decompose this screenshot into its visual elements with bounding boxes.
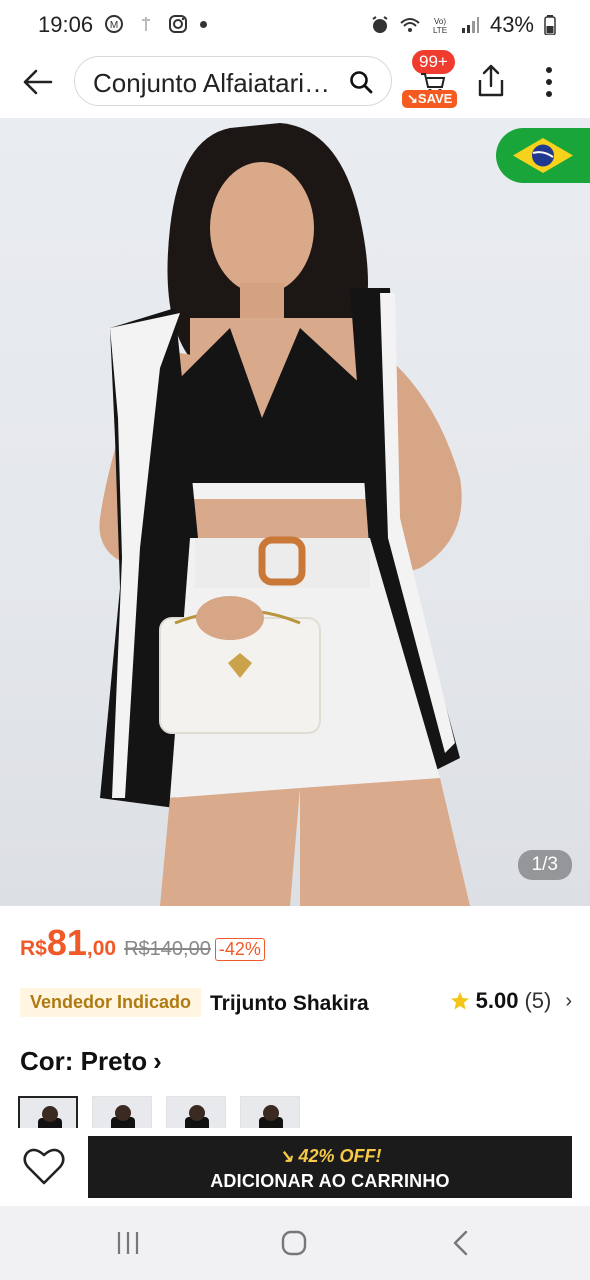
cell-signal-icon	[461, 17, 479, 33]
seller-tag: Vendedor Indicado	[20, 988, 202, 1017]
thumbnail-figure-head	[115, 1105, 131, 1121]
battery-icon	[544, 15, 556, 35]
svg-text:LTE: LTE	[433, 26, 447, 35]
star-icon	[450, 992, 469, 1010]
thumbnail-figure-head	[42, 1106, 58, 1122]
search-bar[interactable]: Conjunto Alfaiataria...	[74, 56, 392, 106]
seller-name[interactable]: Trijunto Shakira	[210, 992, 369, 1016]
battery-percent: 43%	[489, 12, 534, 37]
status-time: 19:06	[38, 12, 94, 37]
chevron-right-icon: ›	[153, 1046, 162, 1076]
color-thumbnail[interactable]	[92, 1096, 152, 1130]
color-thumbnail[interactable]	[166, 1096, 226, 1130]
color-thumbnail[interactable]	[240, 1096, 300, 1130]
share-button[interactable]	[476, 64, 506, 100]
home-button[interactable]	[275, 1228, 315, 1258]
brazil-flag-icon	[513, 138, 573, 173]
more-dot-icon	[546, 67, 552, 73]
status-bar: 19:06 M Vo) LTE 43%	[0, 0, 590, 50]
thumbnail-figure-head	[263, 1105, 279, 1121]
back-button[interactable]	[18, 64, 58, 100]
price-row: R$ 81 ,00 R$140,00 -42%	[20, 922, 265, 964]
save-arrow-icon: ↘	[407, 91, 418, 106]
save-badge: ↘SAVE	[402, 90, 458, 108]
home-icon	[281, 1230, 307, 1256]
search-input[interactable]: Conjunto Alfaiataria...	[93, 68, 338, 99]
share-icon	[478, 64, 504, 97]
seller-row[interactable]: Vendedor Indicado Trijunto Shakira 5.00 …	[20, 986, 576, 1022]
more-options-button[interactable]	[536, 64, 562, 100]
rating-count: (5)	[524, 988, 552, 1013]
product-image-gallery[interactable]: 1/3	[0, 118, 590, 906]
add-to-cart-button[interactable]: ↘ 42% OFF! ADICIONAR AO CARRINHO	[88, 1136, 572, 1198]
chevron-left-icon	[453, 1230, 468, 1256]
color-thumbnail[interactable]	[18, 1096, 78, 1130]
color-selector-header[interactable]: Cor: Preto ›	[20, 1046, 162, 1077]
heart-icon	[23, 1148, 65, 1185]
thumbnail-figure-head	[189, 1105, 205, 1121]
wishlist-button[interactable]	[22, 1146, 66, 1186]
back-nav-button[interactable]	[444, 1228, 484, 1258]
status-left-icons: M	[104, 14, 207, 34]
rating[interactable]: 5.00 (5) ›	[450, 988, 572, 1014]
wifi-icon	[400, 18, 420, 32]
recents-button[interactable]	[108, 1228, 148, 1258]
top-header: Conjunto Alfaiataria... 99+ ↘SAVE	[0, 50, 590, 116]
svg-text:M: M	[110, 20, 118, 31]
price-currency: R$	[20, 937, 47, 960]
rating-value: 5.00	[475, 988, 519, 1013]
bottom-action-bar: ↘ 42% OFF! ADICIONAR AO CARRINHO	[0, 1128, 590, 1206]
sync-icon	[142, 17, 150, 31]
color-thumbnails	[18, 1096, 300, 1130]
more-dot-icon	[546, 79, 552, 85]
price-decimal: ,00	[86, 937, 117, 960]
cart-button[interactable]: 99+ ↘SAVE	[400, 50, 466, 112]
save-label: SAVE	[417, 91, 453, 106]
trend-down-icon: ↘	[278, 1146, 299, 1166]
color-label: Cor: Preto	[20, 1046, 148, 1076]
price-integer: 81	[46, 922, 87, 963]
promo-text: 42% OFF!	[298, 1146, 382, 1166]
notification-dot-icon	[200, 20, 207, 28]
more-dot-icon	[546, 91, 552, 97]
status-right: Vo) LTE 43%	[370, 12, 556, 38]
signal-icon: M	[105, 15, 123, 33]
chevron-right-icon: ›	[565, 989, 572, 1012]
image-counter: 1/3	[517, 850, 572, 880]
old-price: R$140,00	[124, 938, 211, 960]
instagram-icon	[169, 15, 187, 33]
svg-text:Vo): Vo)	[434, 17, 446, 26]
brazil-flag-badge[interactable]	[496, 128, 590, 183]
arrow-left-icon	[23, 69, 53, 95]
cart-count-badge: 99+	[412, 50, 455, 74]
promo-line: ↘ 42% OFF!	[88, 1146, 572, 1167]
search-icon[interactable]	[349, 70, 373, 94]
alarm-icon	[372, 16, 388, 33]
system-nav-bar	[0, 1206, 590, 1280]
volte-icon: Vo)LTE	[433, 17, 447, 35]
recents-icon	[117, 1232, 139, 1254]
add-to-cart-label: ADICIONAR AO CARRINHO	[210, 1171, 450, 1191]
product-photo	[99, 123, 470, 906]
discount-badge: -42%	[214, 938, 265, 961]
